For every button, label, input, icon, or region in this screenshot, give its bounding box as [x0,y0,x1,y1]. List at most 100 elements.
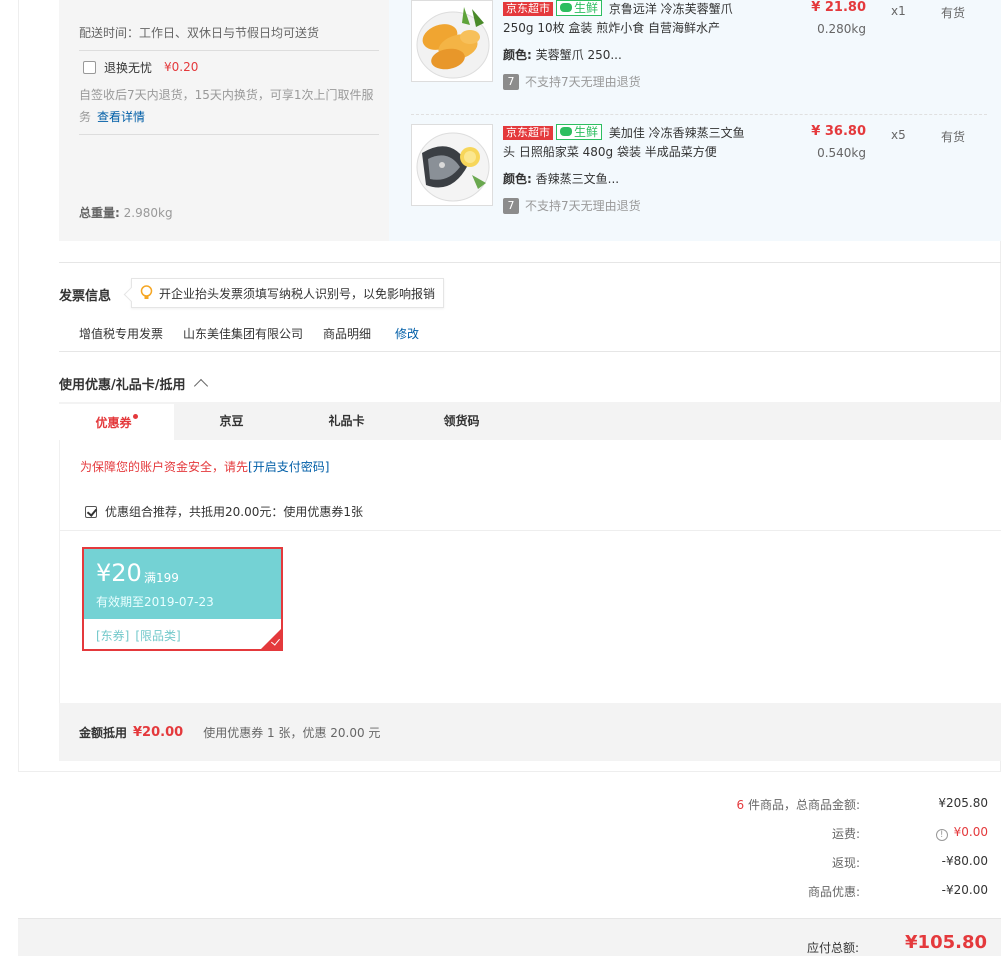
fresh-icon [560,127,572,136]
product-price: ¥ 36.80 [811,124,866,139]
payable-label: 应付总额: [806,941,859,955]
fresh-tag: 生鲜 [556,0,603,16]
product-color: 颜色: 芙蓉蟹爪 250... [503,46,749,63]
invoice-content: 商品明细 [323,327,372,341]
panel-divider [60,530,1001,531]
color-value: 芙蓉蟹爪 250... [535,48,622,62]
product-qty: x5 [891,128,906,142]
product-item: 京东超市 生鲜 美加佳 冷冻香辣蒸三文鱼头 日照船家菜 480g 袋装 半成品菜方… [411,124,987,239]
jd-supermarket-tag: 京东超市 [503,126,553,140]
no-return-text: 不支持7天无理由退货 [525,75,641,89]
discount-title: 使用优惠/礼品卡/抵用 [59,378,186,393]
return-service-label: 退换无忧 [104,60,153,75]
discount-sum-label: 金额抵用 [79,725,128,740]
coupon-amount: ¥20 [96,559,142,587]
shipping-options: 配送时间：工作日、双休日与节假日均可送货 退换无忧 ¥0.20 自签收后7天内退… [59,0,389,241]
fresh-tag: 生鲜 [556,124,603,140]
discount-sum-amount: ¥20.00 [133,724,184,740]
fresh-icon [560,3,572,12]
product-title-line[interactable]: 京东超市 生鲜 美加佳 冷冻香辣蒸三文鱼头 日照船家菜 480g 袋装 半成品菜方… [503,124,749,162]
product-weight: 0.540kg [817,146,866,160]
product-price: ¥ 21.80 [811,0,866,15]
no-return-note: 7 不支持7天无理由退货 [503,197,749,214]
total-weight: 总重量: 2.980kg [79,204,173,221]
return-service-desc: 自签收后7天内退货，15天内换货，可享1次上门取件服务 查看详情 [79,84,379,135]
tab-gift-card[interactable]: 礼品卡 [289,402,404,440]
fresh-tag-label: 生鲜 [574,125,599,139]
product-qty: x1 [891,4,906,18]
invoice-title: 发票信息 [59,289,112,304]
tab-redeem-code[interactable]: 领货码 [404,402,519,440]
shipping-block: 配送时间：工作日、双休日与节假日均可送货 退换无忧 ¥0.20 自签收后7天内退… [59,0,1001,241]
info-icon[interactable]: ! [935,829,948,841]
section-divider [59,351,1001,352]
tab-coupons-label: 优惠券 [95,416,132,430]
product-thumbnail[interactable] [411,0,493,82]
goods-discount-value: -¥20.00 [941,883,988,897]
invoice-tip: 开企业抬头发票须填写纳税人识别号，以免影响报销 [131,278,444,308]
order-panel: 配送时间：工作日、双休日与节假日均可送货 退换无忧 ¥0.20 自签收后7天内退… [18,0,1001,772]
product-info: 京东超市 生鲜 美加佳 冷冻香辣蒸三文鱼头 日照船家菜 480g 袋装 半成品菜方… [503,124,749,214]
coupon-tag: [东券] [96,629,130,643]
color-label: 颜色: [503,172,532,186]
no-7day-return-icon: 7 [503,73,519,90]
freight-value-wrap: ! ¥0.00 [935,825,988,841]
discount-section-toggle[interactable]: 使用优惠/礼品卡/抵用 [59,374,208,394]
color-value: 香辣蒸三文鱼... [535,172,620,186]
salmon-head-image [412,125,492,205]
cashback-value: -¥80.00 [941,854,988,868]
item-count: 6 [736,798,745,812]
coupon-header: ¥20 满199 有效期至2019-07-23 [84,549,281,619]
delivery-time: 配送时间：工作日、双休日与节假日均可送货 [79,24,379,51]
goods-discount-row: 商品优惠: -¥20.00 [600,883,988,903]
discount-sum-desc: 使用优惠券 1 张，优惠 20.00 元 [203,725,381,740]
jd-supermarket-tag: 京东超市 [503,2,553,16]
combo-checkbox[interactable] [85,505,97,518]
view-details-link[interactable]: 查看详情 [97,110,145,124]
invoice-type: 增值税专用发票 [79,327,164,341]
discount-summary: 金额抵用 ¥20.00 使用优惠券 1 张，优惠 20.00 元 [59,703,1001,761]
lightbulb-icon [140,285,153,299]
enable-pay-password-link[interactable]: [开启支付密码] [248,460,329,474]
invoice-company: 山东美佳集团有限公司 [183,327,304,341]
product-info: 京东超市 生鲜 京鲁远洋 冷冻芙蓉蟹爪 250g 10枚 盒装 煎炸小食 自营海鲜… [503,0,749,90]
tab-jingdou[interactable]: 京豆 [174,402,289,440]
coupon-panel: 为保障您的账户资金安全，请先[开启支付密码] 优惠组合推荐，共抵用20.00元：… [59,440,1001,703]
payable-value: ¥105.80 [905,932,987,953]
security-notice: 为保障您的账户资金安全，请先[开启支付密码] [80,458,329,475]
total-items-value: ¥205.80 [938,796,988,810]
payable-total-bar: 应付总额: ¥105.80 [18,918,1001,956]
product-color: 颜色: 香辣蒸三文鱼... [503,170,749,187]
no-return-text: 不支持7天无理由退货 [525,199,641,213]
product-list: 京东超市 生鲜 京鲁远洋 冷冻芙蓉蟹爪 250g 10枚 盒装 煎炸小食 自营海鲜… [389,0,1001,241]
fresh-tag-label: 生鲜 [574,1,599,15]
return-service-row[interactable]: 退换无忧 ¥0.20 [79,56,379,78]
total-weight-value: 2.980kg [123,206,173,220]
items-label-text: 件商品，总商品金额: [744,798,860,812]
invoice-modify-link[interactable]: 修改 [395,325,419,342]
combo-recommend[interactable]: 优惠组合推荐，共抵用20.00元：使用优惠券1张 [85,503,363,520]
return-service-checkbox[interactable] [83,60,96,74]
combo-text: 优惠组合推荐，共抵用20.00元：使用优惠券1张 [105,505,363,519]
product-thumbnail[interactable] [411,124,493,206]
product-stock: 有货 [941,6,966,20]
freight-label: 运费: [831,827,860,841]
security-text: 为保障您的账户资金安全，请先 [80,460,249,474]
tab-coupons[interactable]: 优惠券 [59,402,174,440]
coupon-valid-date: 有效期至2019-07-23 [96,595,214,609]
section-divider [59,262,1001,263]
coupon-card[interactable]: ¥20 满199 有效期至2019-07-23 [东券] [限品类] [82,547,283,651]
discount-tabs: 优惠券 京豆 礼品卡 领货码 [59,402,1001,440]
coupon-tags: [东券] [限品类] [96,627,187,644]
cashback-row: 返现: -¥80.00 [600,854,988,874]
product-title-line[interactable]: 京东超市 生鲜 京鲁远洋 冷冻芙蓉蟹爪 250g 10枚 盒装 煎炸小食 自营海鲜… [503,0,749,38]
return-service-price: ¥0.20 [164,60,199,74]
total-items-label: 6 件商品，总商品金额: [737,796,861,813]
new-dot-badge [132,414,138,419]
product-item: 京东超市 生鲜 京鲁远洋 冷冻芙蓉蟹爪 250g 10枚 盒装 煎炸小食 自营海鲜… [411,0,987,115]
product-stock: 有货 [941,130,966,144]
freight-row: 运费: ! ¥0.00 [600,825,988,845]
no-7day-return-icon: 7 [503,197,519,214]
goods-discount-label: 商品优惠: [807,885,860,899]
invoice-details: 增值税专用发票 山东美佳集团有限公司 商品明细 修改 [79,325,419,342]
